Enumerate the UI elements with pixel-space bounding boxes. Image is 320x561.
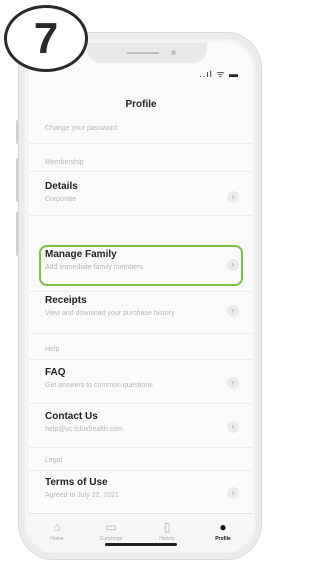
chevron-right-icon[interactable]: › [227, 191, 239, 203]
manage-family-subtitle: Add immediate family members [45, 264, 144, 271]
speaker-grille [127, 52, 159, 54]
manage-family-row[interactable]: Manage Family Add immediate family membe… [29, 249, 253, 271]
receipts-subtitle: View and download your purchase history [45, 310, 175, 317]
page-title: Profile [125, 99, 157, 110]
divider [29, 143, 253, 144]
receipts-title: Receipts [45, 295, 87, 306]
divider [29, 359, 253, 360]
tab-concierge[interactable]: ▭ Concierge [91, 520, 131, 542]
camera-dot [171, 50, 176, 55]
tab-label: Home [50, 536, 64, 542]
tab-home[interactable]: ⌂ Home [37, 520, 77, 542]
app-screen: ..ıl ᯤ ▬ Profile Change your password Me… [29, 43, 253, 551]
chevron-right-icon[interactable]: › [227, 259, 239, 271]
details-title: Details [45, 181, 78, 192]
phone-notch [87, 43, 207, 63]
chevron-right-icon[interactable]: › [227, 421, 239, 433]
phone-frame: ..ıl ᯤ ▬ Profile Change your password Me… [18, 32, 262, 560]
tab-label: Concierge [99, 536, 123, 542]
contact-us-title: Contact Us [45, 411, 98, 422]
home-icon: ⌂ [53, 520, 61, 534]
chat-icon: ▭ [105, 520, 117, 534]
chevron-right-icon[interactable]: › [227, 377, 239, 389]
divider [29, 447, 253, 448]
contact-us-row[interactable]: Contact Us help@vc.tcluxhealth.com [29, 411, 253, 433]
terms-title: Terms of Use [45, 477, 108, 488]
section-label: Membership [45, 159, 84, 166]
contact-us-subtitle: help@vc.tcluxhealth.com [45, 426, 123, 433]
tab-label: Profile [215, 536, 231, 542]
person-icon: ● [219, 520, 227, 534]
details-row[interactable]: Details Corporate [29, 181, 253, 203]
tab-history[interactable]: ▯ History [147, 520, 187, 542]
tab-label: History [159, 536, 175, 542]
section-membership: Membership [29, 159, 253, 166]
section-label: Help [45, 346, 60, 353]
document-icon: ▯ [163, 520, 171, 534]
section-help: Help [29, 346, 253, 353]
divider [29, 333, 253, 334]
status-bar-icons: ..ıl ᯤ ▬ [199, 69, 239, 79]
manage-family-title: Manage Family [45, 249, 117, 260]
divider [29, 215, 253, 216]
chevron-right-icon[interactable]: › [227, 487, 239, 499]
home-indicator[interactable] [105, 543, 177, 546]
chevron-right-icon[interactable]: › [227, 305, 239, 317]
step-number: 7 [33, 14, 59, 63]
divider [29, 470, 253, 471]
change-password-text: Change your password [45, 125, 117, 132]
receipts-row[interactable]: Receipts View and download your purchase… [29, 295, 253, 317]
step-number-badge: 7 [4, 5, 88, 72]
change-password-row[interactable]: Change your password [29, 125, 253, 132]
tab-profile[interactable]: ● Profile [203, 520, 243, 542]
divider [29, 171, 253, 172]
faq-row[interactable]: FAQ Get answers to common questions [29, 367, 253, 389]
divider [29, 403, 253, 404]
terms-of-use-row[interactable]: Terms of Use Agreed to July 22, 2021 [29, 477, 253, 499]
details-subtitle: Corporate [45, 196, 77, 203]
faq-subtitle: Get answers to common questions [45, 382, 153, 389]
divider [29, 291, 253, 292]
section-legal: Legal [29, 457, 253, 464]
section-label: Legal [45, 457, 63, 464]
terms-subtitle: Agreed to July 22, 2021 [45, 492, 119, 499]
faq-title: FAQ [45, 367, 66, 378]
